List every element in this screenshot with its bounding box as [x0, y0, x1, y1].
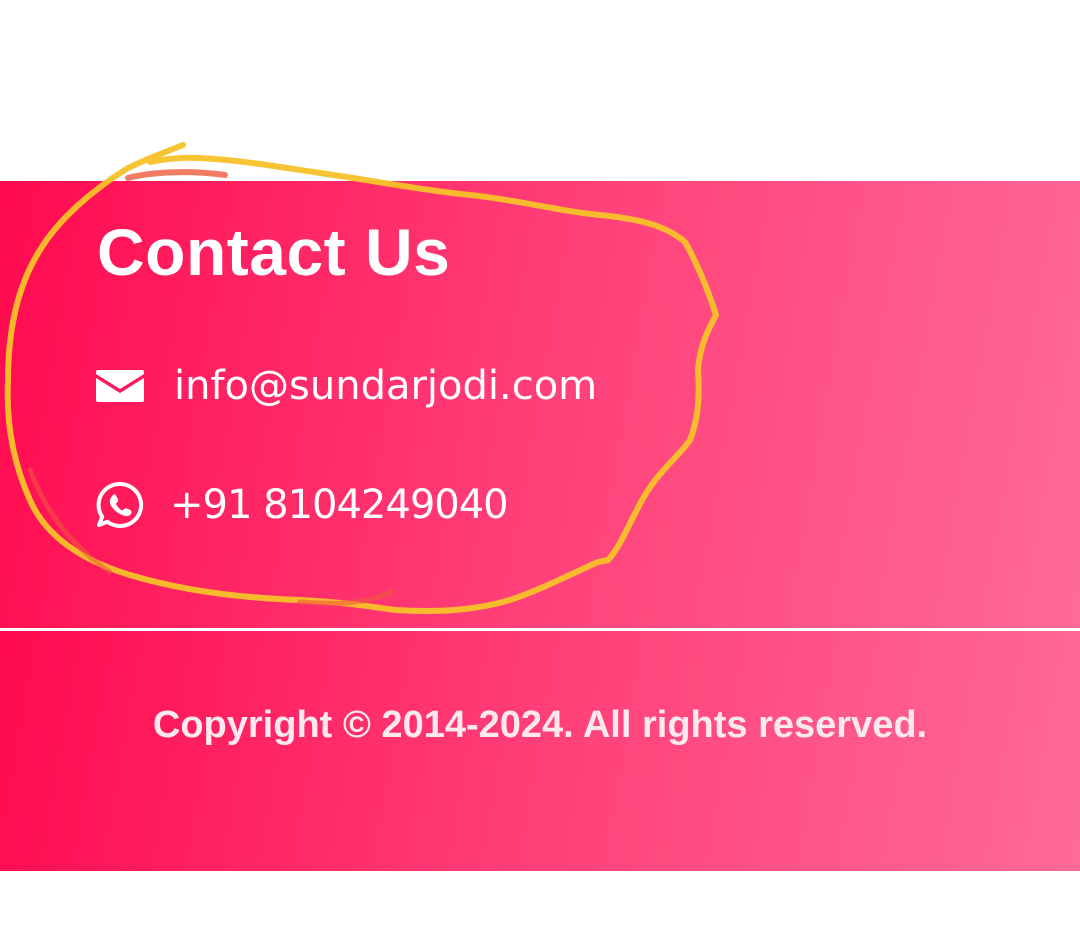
phone-text: +91 8104249040	[170, 482, 509, 528]
email-link[interactable]: info@sundarjodi.com	[96, 356, 597, 416]
copyright-section	[0, 631, 1080, 871]
contact-title: Contact Us	[97, 215, 451, 289]
email-text: info@sundarjodi.com	[174, 363, 598, 409]
copyright-text: Copyright © 2014-2024. All rights reserv…	[152, 704, 928, 746]
page: Contact Us info@sundarjodi.com +91 81042…	[0, 0, 1080, 932]
whatsapp-icon	[96, 481, 144, 529]
phone-link[interactable]: +91 8104249040	[96, 475, 509, 535]
envelope-icon	[96, 362, 144, 410]
